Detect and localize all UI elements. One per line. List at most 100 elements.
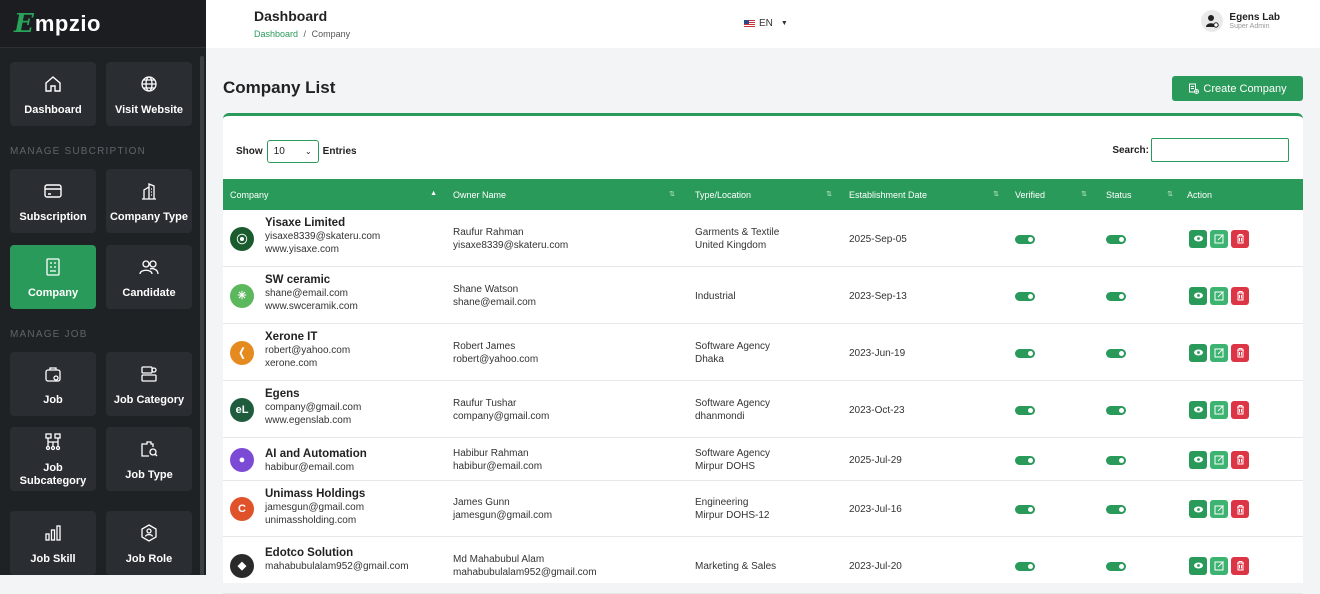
- edit-icon: [1214, 234, 1224, 244]
- delete-button[interactable]: [1231, 229, 1249, 248]
- search-control: Search:: [1112, 138, 1289, 162]
- verified-toggle[interactable]: [1015, 505, 1035, 514]
- sidebar-scrollbar[interactable]: [200, 56, 204, 575]
- company-name[interactable]: SW ceramic: [265, 273, 358, 287]
- verified-toggle[interactable]: [1015, 561, 1035, 571]
- view-button[interactable]: [1189, 229, 1207, 248]
- delete-button[interactable]: [1231, 286, 1249, 305]
- column-header-label: Status: [1106, 189, 1132, 200]
- sidebar-item-dashboard[interactable]: Dashboard: [10, 62, 96, 126]
- company-location: dhanmondi: [695, 410, 745, 422]
- sidebar-item-label: Job Category: [113, 393, 185, 406]
- delete-button[interactable]: [1231, 500, 1249, 518]
- sidebar-item-subscription[interactable]: Subscription: [10, 169, 96, 233]
- verified-toggle[interactable]: [1015, 405, 1035, 415]
- sidebar-item-visit-website[interactable]: Visit Website: [106, 62, 192, 126]
- company-name[interactable]: Unimass Holdings: [265, 487, 365, 501]
- verified-toggle[interactable]: [1015, 234, 1035, 244]
- edit-button[interactable]: [1210, 556, 1228, 575]
- delete-button[interactable]: [1231, 400, 1249, 419]
- status-toggle[interactable]: [1106, 455, 1126, 465]
- search-label: Search:: [1112, 144, 1149, 156]
- edit-button[interactable]: [1210, 400, 1228, 419]
- column-header-owner[interactable]: Owner Name ⇅: [453, 179, 683, 210]
- eye-icon: [1193, 456, 1203, 463]
- sidebar-item-candidate[interactable]: Candidate: [106, 245, 192, 309]
- verified-toggle[interactable]: [1015, 455, 1035, 465]
- user-avatar-icon: [1201, 10, 1224, 32]
- sidebar-item-job-type[interactable]: Job Type: [106, 427, 192, 491]
- owner-email: mahabubulalam952@gmail.com: [453, 566, 597, 578]
- entries-select[interactable]: 10 ⌄: [266, 140, 319, 163]
- edit-button[interactable]: [1210, 286, 1228, 305]
- view-button[interactable]: [1189, 343, 1207, 362]
- view-button[interactable]: [1189, 450, 1207, 469]
- verified-toggle[interactable]: [1015, 291, 1035, 301]
- owner-name: Habibur Rahman: [453, 447, 529, 459]
- owner-name: James Gunn: [453, 497, 510, 508]
- company-name[interactable]: Edotco Solution: [265, 546, 409, 560]
- view-button[interactable]: [1189, 400, 1207, 419]
- sidebar-item-label: Candidate: [122, 286, 176, 299]
- establishment-date: 2023-Oct-23: [849, 404, 905, 416]
- sidebar-item-company[interactable]: Company: [10, 245, 96, 309]
- company-name[interactable]: Xerone IT: [265, 330, 350, 344]
- sidebar-item-label: Job Role: [125, 552, 173, 565]
- sidebar-item-job-subcategory[interactable]: Job Subcategory: [10, 427, 96, 491]
- company-email: company@gmail.com: [265, 402, 362, 413]
- owner-name: Shane Watson: [453, 283, 519, 295]
- owner-email: robert@yahoo.com: [453, 353, 539, 365]
- create-company-button[interactable]: Create Company: [1172, 76, 1303, 101]
- column-header-establishment-date[interactable]: Establishment Date ⇅: [849, 179, 1007, 210]
- column-header-company[interactable]: Company ▲: [230, 179, 445, 210]
- company-website: unimassholding.com: [265, 515, 357, 526]
- column-header-verified[interactable]: Verified ⇅: [1015, 179, 1095, 210]
- breadcrumb-link-dashboard[interactable]: Dashboard: [254, 29, 298, 39]
- language-selector[interactable]: EN ▼: [744, 18, 788, 29]
- verified-toggle[interactable]: [1015, 348, 1035, 358]
- status-toggle[interactable]: [1106, 234, 1126, 244]
- table-row: C Unimass Holdings jamesgun@gmail.com unima…: [223, 481, 1303, 537]
- view-button[interactable]: [1189, 286, 1207, 305]
- status-toggle[interactable]: [1106, 291, 1126, 301]
- user-menu[interactable]: Egens Lab Super Admin: [1201, 10, 1280, 32]
- column-header-status[interactable]: Status ⇅: [1106, 179, 1181, 210]
- sidebar-item-label: Job Subcategory: [19, 462, 87, 487]
- company-website: www.egenslab.com: [265, 415, 352, 426]
- view-button[interactable]: [1189, 500, 1207, 518]
- view-button[interactable]: [1189, 556, 1207, 575]
- edit-button[interactable]: [1210, 500, 1228, 518]
- sidebar-item-job[interactable]: Job: [10, 352, 96, 416]
- column-header-label: Owner Name: [453, 189, 507, 200]
- status-toggle[interactable]: [1106, 405, 1126, 415]
- brand-logo[interactable]: E mpzio: [0, 0, 206, 48]
- company-email: yisaxe8339@skateru.com: [265, 231, 381, 242]
- status-toggle[interactable]: [1106, 348, 1126, 358]
- owner-email: shane@email.com: [453, 296, 536, 308]
- delete-button[interactable]: [1231, 343, 1249, 362]
- document-plus-icon: [1189, 83, 1200, 94]
- status-toggle[interactable]: [1106, 505, 1126, 514]
- edit-button[interactable]: [1210, 229, 1228, 248]
- edit-button[interactable]: [1210, 450, 1228, 469]
- edit-button[interactable]: [1210, 343, 1228, 362]
- sidebar-item-job-category[interactable]: Job Category: [106, 352, 192, 416]
- company-name[interactable]: AI and Automation: [265, 447, 367, 461]
- us-flag-icon: [744, 20, 755, 27]
- company-name[interactable]: Egens: [265, 387, 361, 401]
- sort-icon: ⇅: [993, 191, 999, 198]
- status-toggle[interactable]: [1106, 561, 1126, 571]
- column-header-type-location[interactable]: Type/Location ⇅: [695, 179, 840, 210]
- delete-button[interactable]: [1231, 556, 1249, 575]
- sidebar-item-job-skill[interactable]: Job Skill: [10, 511, 96, 575]
- search-input[interactable]: [1151, 138, 1289, 162]
- delete-button[interactable]: [1231, 450, 1249, 469]
- sidebar-item-company-type[interactable]: Company Type: [106, 169, 192, 233]
- company-name[interactable]: Yisaxe Limited: [265, 216, 380, 230]
- company-email: habibur@email.com: [265, 462, 355, 473]
- table-row: ⦿ Yisaxe Limited yisaxe8339@skateru.com www…: [223, 210, 1303, 267]
- sort-icon: ⇅: [1167, 191, 1173, 198]
- sidebar-item-job-role[interactable]: Job Role: [106, 511, 192, 575]
- show-label: Show: [236, 146, 263, 157]
- hierarchy-icon: [43, 430, 63, 454]
